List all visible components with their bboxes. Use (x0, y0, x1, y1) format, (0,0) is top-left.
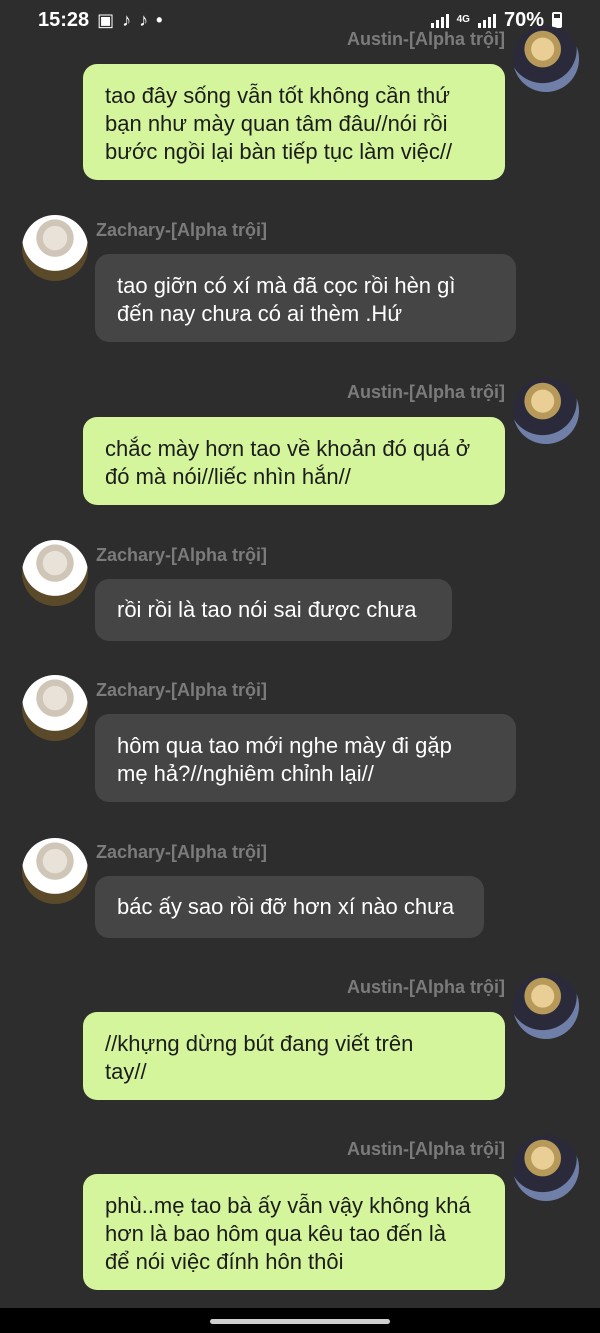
signal-icon (430, 12, 449, 28)
message-bubble[interactable]: tao giỡn có xí mà đã cọc rồi hèn gì đến … (95, 254, 516, 342)
message-bubble[interactable]: tao đây sống vẫn tốt không cần thứ bạn n… (83, 64, 505, 180)
battery-icon (552, 12, 562, 28)
sender-name: Austin-[Alpha trội] (347, 382, 505, 402)
network-type: 4G (456, 14, 470, 25)
avatar-austin[interactable] (513, 1135, 579, 1201)
avatar-austin[interactable] (513, 26, 579, 92)
sender-name: Austin-[Alpha trội] (347, 29, 505, 49)
signal-icon-2 (477, 12, 496, 28)
clock: 15:28 (38, 8, 90, 31)
sender-name: Zachary-[Alpha trội] (96, 220, 268, 240)
message-bubble[interactable]: phù..mẹ tao bà ấy vẫn vậy không khá hơn … (83, 1174, 505, 1290)
sender-name: Austin-[Alpha trội] (347, 1139, 505, 1159)
sender-name: Zachary-[Alpha trội] (96, 545, 268, 565)
sender-name: Zachary-[Alpha trội] (96, 680, 268, 700)
avatar-austin[interactable] (513, 378, 579, 444)
gallery-icon: ▣ (97, 9, 115, 30)
status-bar: 15:28 ▣ ♪ ♪ • 4G 70% (0, 0, 600, 40)
message-bubble[interactable]: chắc mày hơn tao về khoản đó quá ở đó mà… (83, 417, 505, 505)
sender-name: Zachary-[Alpha trội] (96, 842, 268, 862)
status-left: 15:28 ▣ ♪ ♪ • (38, 9, 162, 32)
message-bubble[interactable]: //khựng dừng bút đang viết trên tay// (83, 1012, 505, 1100)
tiktok-icon-2: ♪ (139, 9, 149, 30)
sender-name: Austin-[Alpha trội] (347, 977, 505, 997)
message-bubble[interactable]: hôm qua tao mới nghe mày đi gặp mẹ hả?//… (95, 714, 516, 802)
avatar-austin[interactable] (513, 973, 579, 1039)
navigation-bar (0, 1308, 600, 1333)
notification-dot-icon: • (156, 9, 163, 30)
message-bubble[interactable]: rồi rồi là tao nói sai được chưa (95, 579, 452, 641)
message-bubble[interactable]: bác ấy sao rồi đỡ hơn xí nào chưa (95, 876, 484, 938)
home-gesture-bar[interactable] (210, 1319, 390, 1324)
tiktok-icon: ♪ (122, 9, 132, 30)
avatar-zachary[interactable] (22, 540, 88, 606)
avatar-zachary[interactable] (22, 838, 88, 904)
avatar-zachary[interactable] (22, 675, 88, 741)
avatar-zachary[interactable] (22, 215, 88, 281)
